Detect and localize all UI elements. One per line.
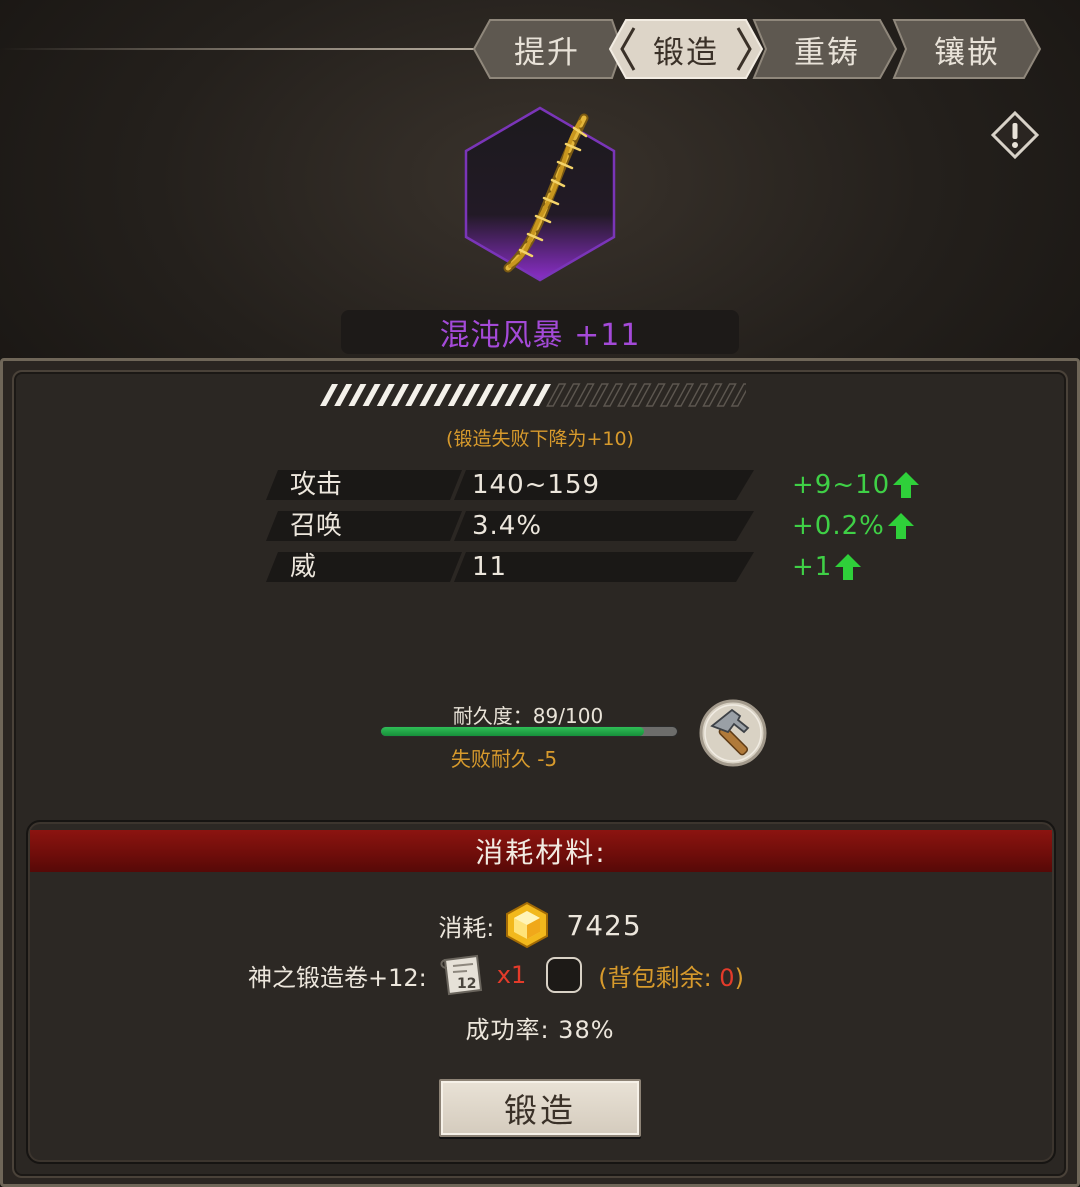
item-name-text: 混沌风暴 +11 xyxy=(439,318,641,353)
progress-stripe-filled xyxy=(419,384,438,406)
forge-fail-note: (锻造失败下降为+10) xyxy=(446,428,634,450)
progress-stripe-filled xyxy=(405,384,424,406)
green-up-arrow-icon xyxy=(887,513,914,539)
progress-stripe-filled xyxy=(462,384,480,406)
tab-recast[interactable]: 重铸 xyxy=(752,18,902,80)
progress-stripe-filled xyxy=(433,384,452,406)
forge-progress-stripes xyxy=(320,383,746,407)
forge-scroll-icon: 12 xyxy=(440,954,482,996)
progress-stripe-filled xyxy=(490,384,509,406)
progress-stripe-filled xyxy=(476,384,495,406)
forge-screen: 提升 锻造 重铸 镶嵌 混沌风暴 +11 (锻造失败下降为+10) 攻击 140… xyxy=(0,0,1080,1187)
forge-button-label: 锻造 xyxy=(504,1091,576,1130)
stat-delta: +0.2% xyxy=(792,511,915,541)
cost-row: 消耗: 7425 xyxy=(0,900,1080,950)
stat-row-might: 威 11 +1 xyxy=(266,552,966,582)
stat-value: 140~159 xyxy=(472,470,601,500)
progress-stripe-filled xyxy=(447,384,466,406)
scroll-row: 神之锻造卷+12: 12 x1 (背包剩余: 0) xyxy=(248,952,744,998)
stat-value: 3.4% xyxy=(472,511,543,541)
progress-stripe-filled xyxy=(518,384,537,406)
stat-label: 威 xyxy=(290,552,317,582)
progress-stripe-filled xyxy=(362,384,381,406)
repair-hammer-icon[interactable] xyxy=(698,698,768,768)
stat-delta-text: +1 xyxy=(792,552,833,582)
tab-label: 镶嵌 xyxy=(934,34,1000,71)
durability-label: 耐久度：89/100 xyxy=(452,704,604,728)
tab-inlay[interactable]: 镶嵌 xyxy=(892,18,1042,80)
bag-remaining: (背包剩余: 0) xyxy=(598,958,744,993)
item-name: 混沌风暴 +11 xyxy=(341,310,739,354)
progress-stripe-filled xyxy=(334,384,353,406)
green-up-arrow-icon xyxy=(893,472,920,498)
tab-divider-line xyxy=(0,48,478,50)
progress-stripe-filled xyxy=(391,384,409,406)
stat-delta-text: +9~10 xyxy=(792,470,891,500)
durability-fill xyxy=(381,727,645,736)
durability-fail-text: 失败耐久 -5 xyxy=(450,747,558,771)
stat-label: 召唤 xyxy=(290,511,343,541)
stat-value: 11 xyxy=(472,552,508,582)
progress-stripe-filled xyxy=(320,384,338,406)
svg-text:12: 12 xyxy=(457,976,476,992)
bag-count: 0 xyxy=(719,963,735,992)
stat-label: 攻击 xyxy=(290,470,343,500)
bag-suffix: ) xyxy=(734,963,744,992)
forge-button[interactable]: 锻造 xyxy=(439,1079,641,1137)
stat-row-attack: 攻击 140~159 +9~10 xyxy=(266,470,966,500)
progress-stripe-filled xyxy=(376,384,395,406)
stat-bar-bg xyxy=(266,552,754,582)
tab-forge[interactable]: 锻造 xyxy=(608,18,764,80)
scroll-count: x1 xyxy=(496,961,527,989)
tab-label: 提升 xyxy=(514,34,580,71)
stat-delta: +1 xyxy=(792,552,862,582)
green-up-arrow-icon xyxy=(835,554,862,580)
bag-prefix: (背包剩余: xyxy=(598,963,720,992)
cost-value: 7425 xyxy=(566,908,642,942)
info-warning-icon[interactable] xyxy=(990,110,1040,160)
scroll-label: 神之锻造卷+12: xyxy=(248,963,427,992)
stat-delta: +9~10 xyxy=(792,470,920,500)
cost-label: 消耗: xyxy=(438,913,495,942)
item-icon-frame[interactable] xyxy=(462,106,618,282)
progress-stripe-filled xyxy=(348,384,367,406)
durability-bar xyxy=(380,726,678,737)
stat-delta-text: +0.2% xyxy=(792,511,885,541)
success-rate: 成功率: 38% xyxy=(465,1016,615,1044)
tab-label: 锻造 xyxy=(653,34,719,71)
gold-gem-currency-icon xyxy=(506,901,549,949)
tab-label: 重铸 xyxy=(794,34,860,71)
tab-bar: 提升 锻造 重铸 镶嵌 xyxy=(472,18,1044,80)
progress-stripe-filled xyxy=(504,384,523,406)
stat-row-summon: 召唤 3.4% +0.2% xyxy=(266,511,966,541)
scroll-slot[interactable] xyxy=(546,957,583,993)
materials-header: 消耗材料: xyxy=(30,830,1052,872)
tab-upgrade[interactable]: 提升 xyxy=(472,18,622,80)
